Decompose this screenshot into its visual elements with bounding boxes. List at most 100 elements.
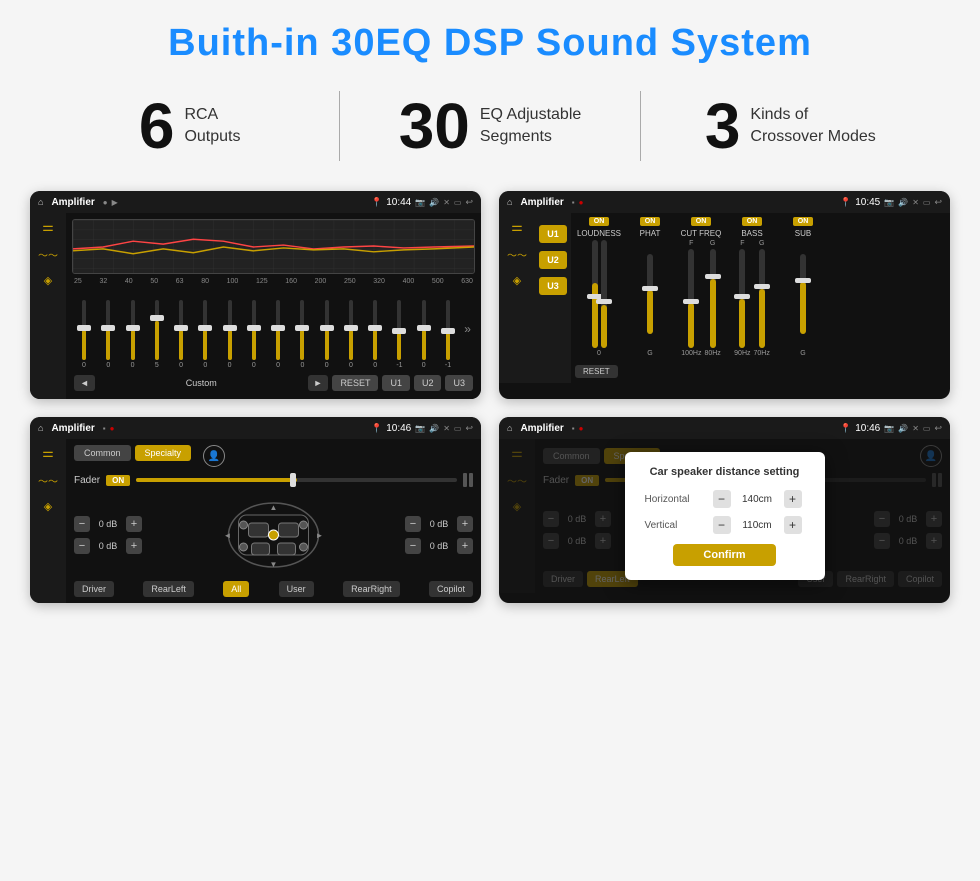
- home-icon-2[interactable]: ⌂: [507, 197, 512, 207]
- bass-slider-1[interactable]: [739, 249, 745, 348]
- vertical-minus-button[interactable]: −: [713, 516, 731, 534]
- eq-slider-6[interactable]: 0: [222, 300, 238, 369]
- crossover-reset-button[interactable]: RESET: [575, 365, 618, 378]
- crossover-speaker-icon[interactable]: ◈: [513, 274, 521, 287]
- eq-u2-button[interactable]: U2: [414, 375, 442, 391]
- vol-plus-4[interactable]: +: [457, 538, 473, 554]
- close-icon-3[interactable]: ✕: [443, 424, 450, 433]
- freq-32: 32: [99, 278, 107, 285]
- horizontal-plus-button[interactable]: +: [784, 490, 802, 508]
- eq-slider-10[interactable]: 0: [319, 300, 335, 369]
- user-button[interactable]: User: [279, 581, 314, 597]
- eq-panel-icon[interactable]: ⚌: [42, 219, 54, 235]
- eq-slider-9[interactable]: 0: [294, 300, 310, 369]
- fader-on-toggle[interactable]: ON: [106, 475, 130, 486]
- vol-minus-4[interactable]: −: [405, 538, 421, 554]
- u2-button[interactable]: U2: [539, 251, 567, 269]
- vol-minus-1[interactable]: −: [74, 516, 90, 532]
- vol-plus-2[interactable]: +: [126, 538, 142, 554]
- window-icon-3[interactable]: ▭: [454, 424, 462, 433]
- sub-val: G: [800, 350, 805, 357]
- copilot-button[interactable]: Copilot: [429, 581, 473, 597]
- all-button[interactable]: All: [223, 581, 249, 597]
- speaker-panel-icon[interactable]: ◈: [44, 274, 52, 287]
- spec-text-rca: RCA Outputs: [184, 104, 240, 149]
- horizontal-minus-button[interactable]: −: [713, 490, 731, 508]
- rear-right-button[interactable]: RearRight: [343, 581, 400, 597]
- home-icon[interactable]: ⌂: [38, 197, 43, 207]
- eq-preset-label: Custom: [99, 378, 304, 388]
- eq-slider-12[interactable]: 0: [367, 300, 383, 369]
- eq-slider-1[interactable]: 0: [100, 300, 116, 369]
- fader-eq-icon[interactable]: ⚌: [42, 445, 54, 461]
- home-icon-3[interactable]: ⌂: [38, 423, 43, 433]
- crossover-wave-icon[interactable]: 〜〜: [507, 247, 527, 262]
- u1-button[interactable]: U1: [539, 225, 567, 243]
- u3-button[interactable]: U3: [539, 277, 567, 295]
- bass-on[interactable]: ON: [742, 217, 763, 226]
- eq-slider-7[interactable]: 0: [246, 300, 262, 369]
- car-diagram: ▲ ▼ ◄ ►: [148, 495, 399, 575]
- location-icon-3: 📍: [371, 423, 382, 434]
- eq-slider-5[interactable]: 0: [197, 300, 213, 369]
- back-icon[interactable]: ↩: [465, 197, 473, 208]
- spec-number-eq: 30: [399, 94, 470, 158]
- eq-slider-13[interactable]: -1: [391, 300, 407, 369]
- rear-left-button[interactable]: RearLeft: [143, 581, 194, 597]
- eq-slider-0[interactable]: 0: [76, 300, 92, 369]
- window-icon[interactable]: ▭: [454, 198, 462, 207]
- fader-speaker-icon[interactable]: ◈: [44, 500, 52, 513]
- bass-slider-2[interactable]: [759, 249, 765, 348]
- loudness-col: ON LOUDNESS 0: [575, 217, 623, 357]
- eq-next-button[interactable]: ►: [308, 375, 329, 391]
- cutfreq-slider-2[interactable]: [710, 249, 716, 348]
- close-icon[interactable]: ✕: [443, 198, 450, 207]
- phat-col: ON PHAT G: [626, 217, 674, 357]
- eq-prev-button[interactable]: ◄: [74, 375, 95, 391]
- vol-plus-1[interactable]: +: [126, 516, 142, 532]
- back-icon-3[interactable]: ↩: [465, 423, 473, 434]
- loudness-slider-2[interactable]: [601, 240, 607, 348]
- vol-plus-3[interactable]: +: [457, 516, 473, 532]
- cutfreq-slider-1[interactable]: [688, 249, 694, 348]
- close-icon-4[interactable]: ✕: [912, 424, 919, 433]
- cutfreq-on[interactable]: ON: [691, 217, 712, 226]
- fader-tab-specialty[interactable]: Specialty: [135, 445, 192, 461]
- confirm-button[interactable]: Confirm: [673, 544, 775, 566]
- window-icon-2[interactable]: ▭: [923, 198, 931, 207]
- eq-slider-11[interactable]: 0: [343, 300, 359, 369]
- eq-slider-3[interactable]: 5: [149, 300, 165, 369]
- wave-panel-icon[interactable]: 〜〜: [38, 247, 58, 262]
- phat-on[interactable]: ON: [640, 217, 661, 226]
- eq-slider-4[interactable]: 0: [173, 300, 189, 369]
- vol-minus-3[interactable]: −: [405, 516, 421, 532]
- home-icon-4[interactable]: ⌂: [507, 423, 512, 433]
- profile-icon[interactable]: 👤: [203, 445, 225, 467]
- eq-u1-button[interactable]: U1: [382, 375, 410, 391]
- eq-slider-8[interactable]: 0: [270, 300, 286, 369]
- sub-on[interactable]: ON: [793, 217, 814, 226]
- vol-minus-2[interactable]: −: [74, 538, 90, 554]
- crossover-eq-icon[interactable]: ⚌: [511, 219, 523, 235]
- sub-slider[interactable]: [800, 254, 806, 334]
- vertical-plus-button[interactable]: +: [784, 516, 802, 534]
- back-icon-4[interactable]: ↩: [934, 423, 942, 434]
- loudness-slider-1[interactable]: [592, 240, 598, 348]
- back-icon-2[interactable]: ↩: [934, 197, 942, 208]
- close-icon-2[interactable]: ✕: [912, 198, 919, 207]
- eq-slider-14[interactable]: 0: [416, 300, 432, 369]
- fader-wave-icon[interactable]: 〜〜: [38, 473, 58, 488]
- fader-slider[interactable]: [136, 478, 457, 482]
- eq-slider-15[interactable]: -1: [440, 300, 456, 369]
- phat-slider[interactable]: [647, 254, 653, 334]
- eq-slider-2[interactable]: 0: [125, 300, 141, 369]
- loudness-val: 0: [597, 350, 601, 357]
- freq-250: 250: [344, 278, 356, 285]
- sub-label: SUB: [795, 229, 811, 238]
- window-icon-4[interactable]: ▭: [923, 424, 931, 433]
- eq-u3-button[interactable]: U3: [445, 375, 473, 391]
- driver-button[interactable]: Driver: [74, 581, 114, 597]
- loudness-on[interactable]: ON: [589, 217, 610, 226]
- eq-reset-button[interactable]: RESET: [332, 375, 378, 391]
- fader-tab-common[interactable]: Common: [74, 445, 131, 461]
